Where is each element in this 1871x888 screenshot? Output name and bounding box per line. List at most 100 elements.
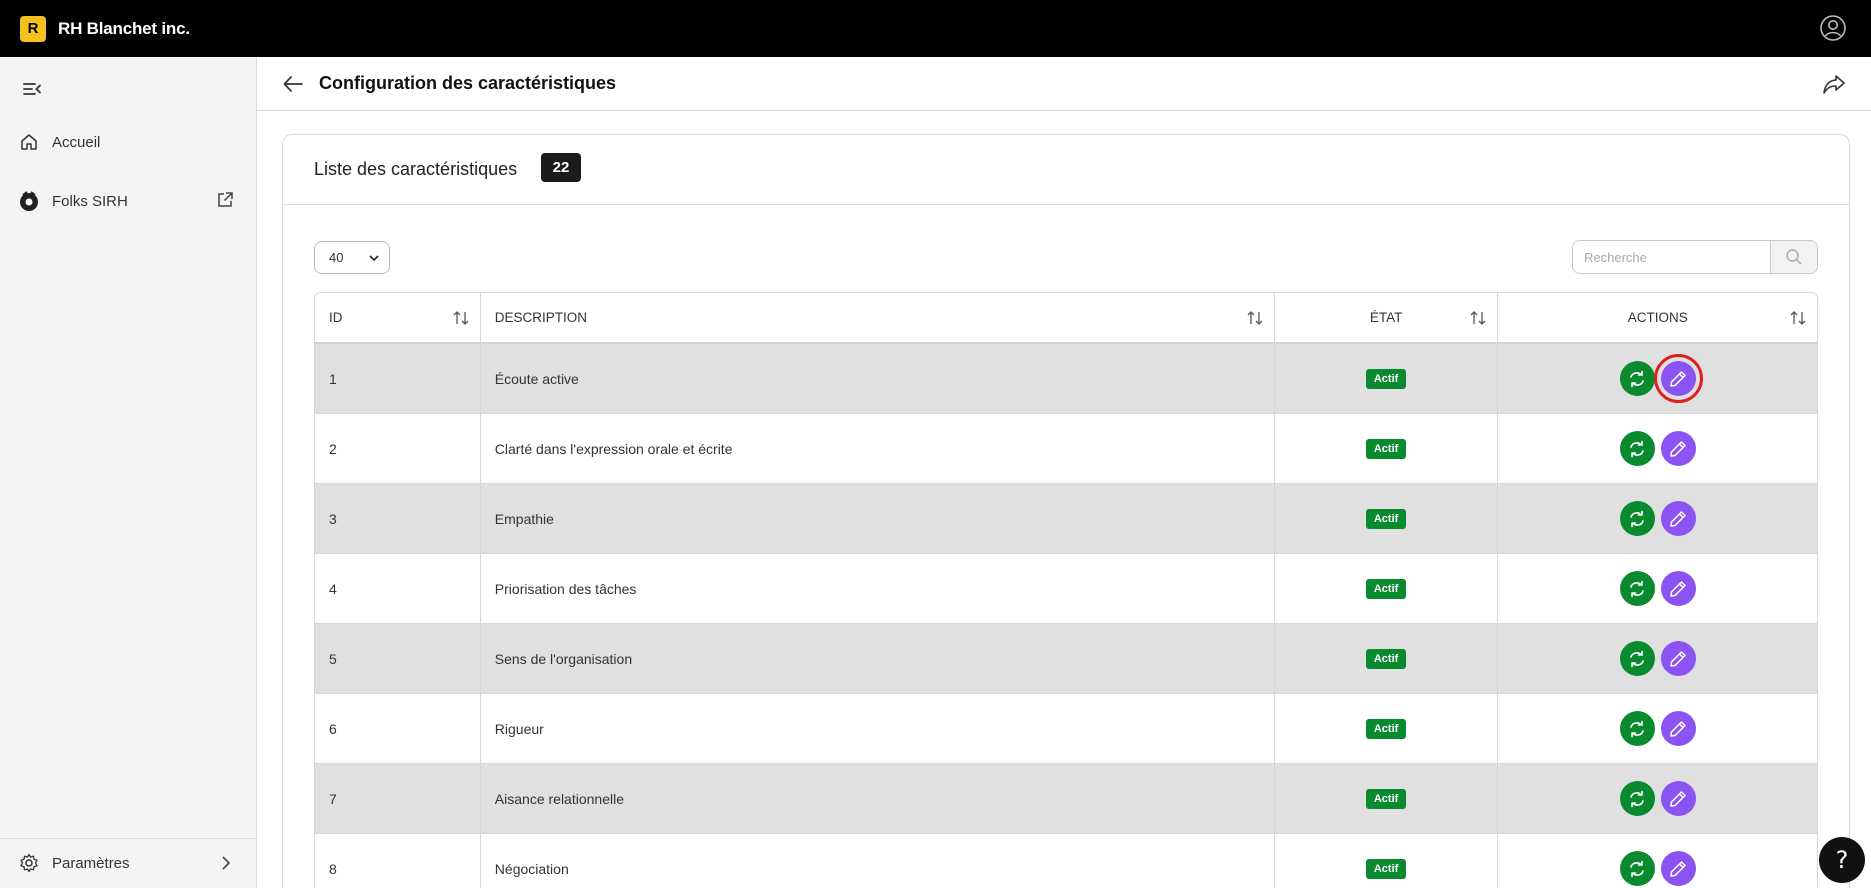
edit-button[interactable] — [1653, 354, 1703, 403]
sidebar-item-parametres[interactable]: Paramètres — [18, 852, 130, 874]
cell-actions — [1498, 554, 1817, 623]
edit-button[interactable] — [1660, 851, 1696, 886]
sort-icon[interactable] — [1246, 309, 1264, 327]
cell-id: 6 — [315, 694, 481, 763]
table-row: 7 Aisance relationnelle Actif — [315, 763, 1817, 833]
sort-icon[interactable] — [1469, 309, 1487, 327]
sync-icon — [1627, 719, 1647, 739]
edit-button[interactable] — [1660, 501, 1696, 536]
table-row: 4 Priorisation des tâches Actif — [315, 553, 1817, 623]
sidebar-item-label: Accueil — [52, 133, 101, 151]
pencil-icon — [1668, 719, 1688, 739]
column-header-etat[interactable]: ÉTAT — [1275, 293, 1499, 342]
sync-icon — [1627, 369, 1647, 389]
cell-description: Empathie — [481, 484, 1275, 553]
folks-icon — [18, 190, 40, 212]
chevron-right-icon — [222, 856, 231, 870]
pencil-icon — [1668, 789, 1688, 809]
sort-icon[interactable] — [1789, 309, 1807, 327]
status-badge: Actif — [1365, 508, 1407, 529]
sidebar-footer[interactable]: Paramètres — [0, 838, 256, 888]
back-arrow-icon[interactable] — [281, 72, 305, 96]
sync-icon — [1627, 579, 1647, 599]
cell-id: 3 — [315, 484, 481, 553]
column-header-actions[interactable]: ACTIONS — [1498, 293, 1817, 342]
cell-description: Sens de l'organisation — [481, 624, 1275, 693]
pencil-icon — [1668, 579, 1688, 599]
user-account-icon[interactable] — [1819, 14, 1847, 42]
table-row: 6 Rigueur Actif — [315, 693, 1817, 763]
edit-button[interactable] — [1660, 711, 1696, 746]
per-page-value: 40 — [329, 250, 344, 265]
external-link-icon[interactable] — [216, 191, 234, 209]
cell-actions — [1498, 694, 1817, 763]
sync-icon — [1627, 649, 1647, 669]
sort-icon[interactable] — [452, 309, 470, 327]
status-badge: Actif — [1365, 858, 1407, 879]
cell-id: 8 — [315, 834, 481, 888]
cell-actions — [1498, 344, 1817, 413]
card-title: Liste des caractéristiques — [314, 159, 518, 179]
sidebar-item-folks-sirh[interactable]: Folks SIRH — [18, 190, 128, 212]
cell-etat: Actif — [1275, 484, 1499, 553]
toggle-status-button[interactable] — [1619, 501, 1655, 536]
brand-name: RH Blanchet inc. — [58, 18, 190, 38]
edit-button[interactable] — [1660, 641, 1696, 676]
pencil-icon — [1668, 439, 1688, 459]
column-header-id[interactable]: ID — [315, 293, 481, 342]
table-row: 2 Clarté dans l'expression orale et écrit… — [315, 413, 1817, 483]
cell-description: Priorisation des tâches — [481, 554, 1275, 623]
top-bar: R RH Blanchet inc. — [0, 0, 1871, 57]
table-row: 1 Écoute active Actif — [315, 343, 1817, 413]
cell-id: 7 — [315, 764, 481, 833]
count-badge: 22 — [541, 153, 581, 182]
cell-actions — [1498, 484, 1817, 553]
cell-id: 2 — [315, 414, 481, 483]
edit-button[interactable] — [1660, 781, 1696, 816]
status-badge: Actif — [1365, 438, 1407, 459]
status-badge: Actif — [1365, 788, 1407, 809]
toggle-status-button[interactable] — [1619, 781, 1655, 816]
page-title: Configuration des caractéristiques — [319, 73, 617, 93]
cell-actions — [1498, 834, 1817, 888]
search-input[interactable] — [1573, 241, 1771, 273]
toggle-status-button[interactable] — [1619, 641, 1655, 676]
per-page-select[interactable]: 40 — [314, 241, 390, 274]
cell-etat: Actif — [1275, 344, 1499, 413]
cell-etat: Actif — [1275, 414, 1499, 483]
sync-icon — [1627, 439, 1647, 459]
help-button[interactable]: ? — [1819, 837, 1865, 883]
edit-button[interactable] — [1660, 571, 1696, 606]
status-badge: Actif — [1365, 368, 1407, 389]
cell-description: Rigueur — [481, 694, 1275, 763]
collapse-menu-icon[interactable] — [22, 79, 42, 99]
sync-icon — [1627, 509, 1647, 529]
search-button[interactable] — [1770, 241, 1817, 273]
pencil-icon — [1668, 369, 1688, 389]
cell-actions — [1498, 624, 1817, 693]
page-header: Configuration des caractéristiques — [257, 57, 1871, 111]
share-icon[interactable] — [1821, 71, 1847, 97]
pencil-icon — [1668, 859, 1688, 879]
cell-etat: Actif — [1275, 834, 1499, 888]
cell-id: 4 — [315, 554, 481, 623]
cell-description: Négociation — [481, 834, 1275, 888]
characteristics-table: ID DESCRIPTION ÉTAT ACTIONS 1 Écoute acti… — [314, 292, 1818, 888]
toggle-status-button[interactable] — [1619, 711, 1655, 746]
search-icon — [1786, 249, 1802, 265]
toggle-status-button[interactable] — [1619, 851, 1655, 886]
status-badge: Actif — [1365, 648, 1407, 669]
edit-button[interactable] — [1660, 431, 1696, 466]
sync-icon — [1627, 859, 1647, 879]
toggle-status-button[interactable] — [1619, 431, 1655, 466]
table-header-row: ID DESCRIPTION ÉTAT ACTIONS — [315, 293, 1817, 343]
cell-etat: Actif — [1275, 624, 1499, 693]
sidebar-item-accueil[interactable]: Accueil — [18, 131, 100, 153]
cell-description: Écoute active — [481, 344, 1275, 413]
toggle-status-button[interactable] — [1619, 571, 1655, 606]
column-header-description[interactable]: DESCRIPTION — [481, 293, 1275, 342]
cell-id: 5 — [315, 624, 481, 693]
sync-icon — [1627, 789, 1647, 809]
toggle-status-button[interactable] — [1619, 361, 1655, 396]
table-row: 3 Empathie Actif — [315, 483, 1817, 553]
